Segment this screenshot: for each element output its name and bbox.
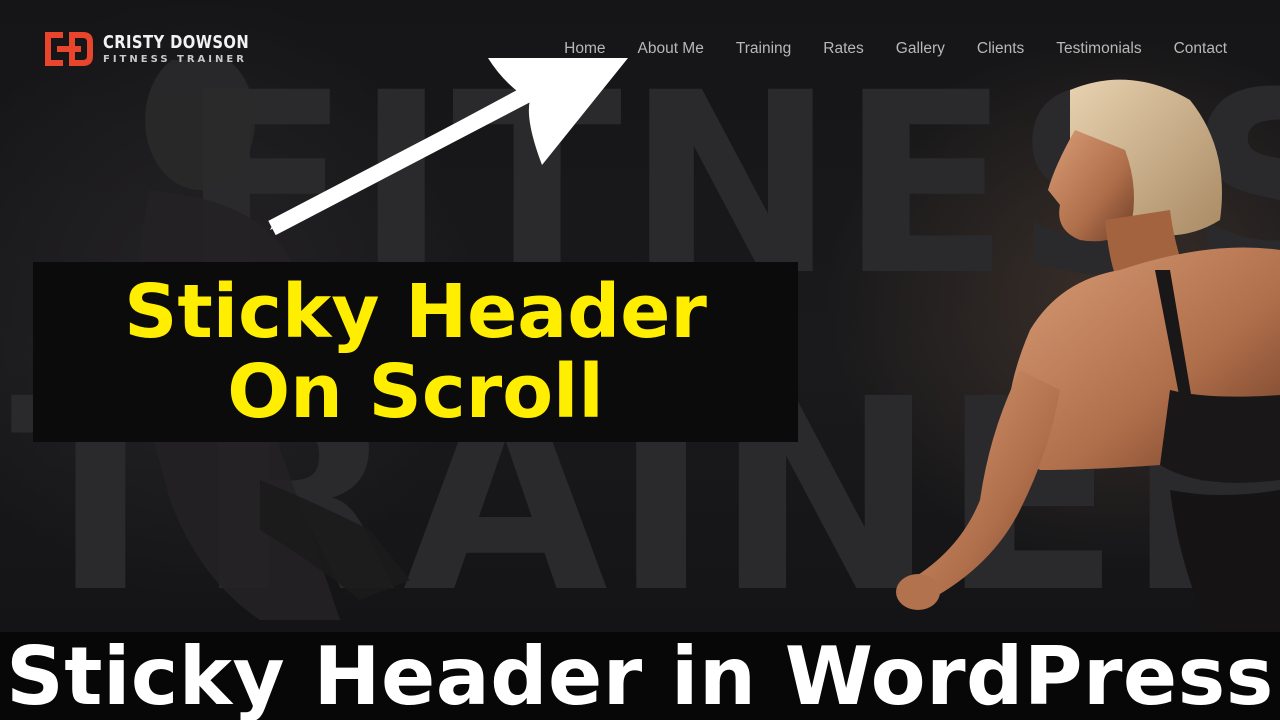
nav-item-clients[interactable]: Clients xyxy=(977,40,1024,58)
callout-line-2: On Scroll xyxy=(227,349,604,435)
logo-name: CRISTY DOWSON xyxy=(103,31,250,53)
nav-item-gallery[interactable]: Gallery xyxy=(896,40,945,58)
site-logo[interactable]: CRISTY DOWSON FITNESS TRAINER xyxy=(43,30,281,68)
callout-line-1: Sticky Header xyxy=(124,269,707,355)
trainer-photo xyxy=(896,79,1280,630)
bottom-title-banner: Sticky Header in WordPress xyxy=(0,629,1280,720)
callout-box: Sticky Header On Scroll xyxy=(33,262,798,442)
nav-item-training[interactable]: Training xyxy=(736,40,791,58)
nav-item-testimonials[interactable]: Testimonials xyxy=(1056,40,1141,58)
nav-item-rates[interactable]: Rates xyxy=(823,40,864,58)
nav-item-contact[interactable]: Contact xyxy=(1174,40,1227,58)
cd-monogram-icon xyxy=(45,32,93,66)
arrow-up-right-icon xyxy=(268,58,628,236)
banner-title: Sticky Header in WordPress xyxy=(6,629,1274,720)
thumbnail-canvas: FITNESS TRAINER CRISTY DOWSON FITNESS TR… xyxy=(0,0,1280,720)
